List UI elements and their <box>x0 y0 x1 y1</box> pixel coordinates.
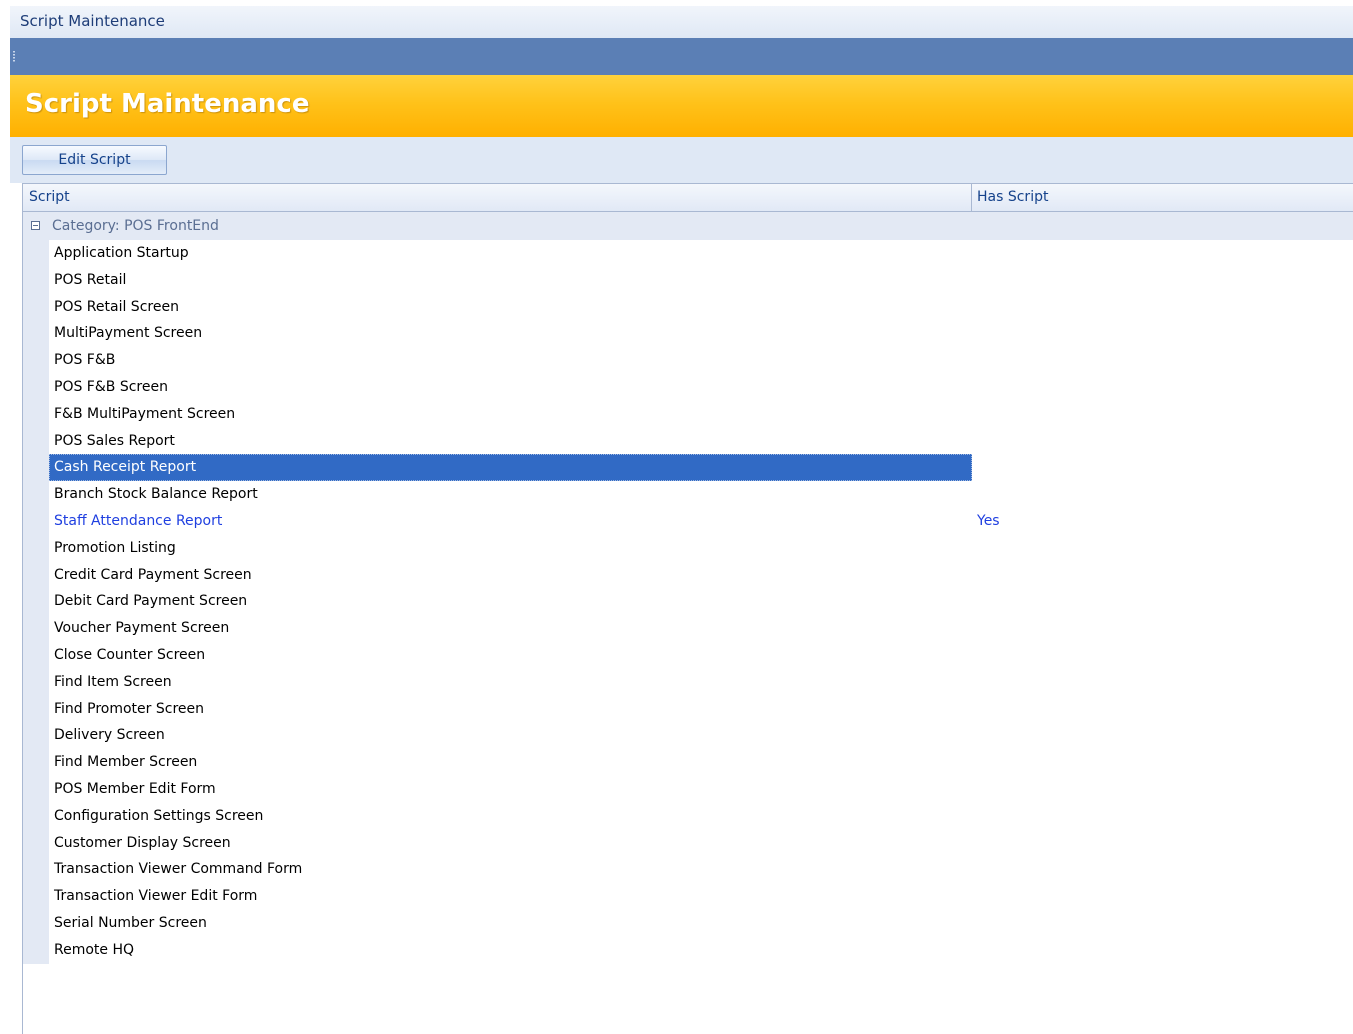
group-indent <box>23 240 49 964</box>
table-row[interactable]: Debit Card Payment Screen <box>49 588 1353 615</box>
table-row[interactable]: POS Retail <box>49 267 1353 294</box>
table-row[interactable]: Find Promoter Screen <box>49 696 1353 723</box>
table-row[interactable]: Find Item Screen <box>49 669 1353 696</box>
cell-has-script[interactable] <box>972 401 1353 428</box>
table-row[interactable]: Credit Card Payment Screen <box>49 562 1353 589</box>
table-row[interactable]: Cash Receipt Report <box>49 454 1353 482</box>
cell-has-script[interactable] <box>972 883 1353 910</box>
cell-has-script[interactable] <box>972 267 1353 294</box>
cell-script-name[interactable]: POS F&B <box>49 347 972 374</box>
cell-has-script[interactable] <box>972 749 1353 776</box>
table-row[interactable]: Transaction Viewer Edit Form <box>49 883 1353 910</box>
table-row[interactable]: POS F&B Screen <box>49 374 1353 401</box>
cell-has-script[interactable] <box>972 320 1353 347</box>
cell-has-script[interactable] <box>972 240 1353 267</box>
table-row[interactable]: POS Retail Screen <box>49 294 1353 321</box>
cell-script-name[interactable]: Transaction Viewer Edit Form <box>49 883 972 910</box>
grip-handle-icon[interactable] <box>13 51 15 63</box>
cell-script-name[interactable]: Cash Receipt Report <box>49 454 972 482</box>
cell-script-name[interactable]: POS Member Edit Form <box>49 776 972 803</box>
table-row[interactable]: Voucher Payment Screen <box>49 615 1353 642</box>
cell-has-script[interactable] <box>972 642 1353 669</box>
table-row[interactable]: Customer Display Screen <box>49 830 1353 857</box>
table-row[interactable]: Close Counter Screen <box>49 642 1353 669</box>
cell-has-script[interactable]: Yes <box>972 508 1353 535</box>
page-title: Script Maintenance <box>25 89 310 119</box>
cell-script-name[interactable]: Serial Number Screen <box>49 910 972 937</box>
table-row[interactable]: MultiPayment Screen <box>49 320 1353 347</box>
group-row-category[interactable]: Category: POS FrontEnd <box>23 212 1353 240</box>
cell-has-script[interactable] <box>972 830 1353 857</box>
grid-rows: Application Startup POS Retail POS Retail … <box>49 240 1353 964</box>
cell-has-script[interactable] <box>972 588 1353 615</box>
table-row[interactable]: Staff Attendance Report Yes <box>49 508 1353 535</box>
table-row[interactable]: F&B MultiPayment Screen <box>49 401 1353 428</box>
table-row[interactable]: Serial Number Screen <box>49 910 1353 937</box>
script-grid: Script Has Script Category: POS FrontEnd… <box>22 183 1353 1034</box>
cell-has-script[interactable] <box>972 454 1353 481</box>
cell-has-script[interactable] <box>972 535 1353 562</box>
cell-script-name[interactable]: Credit Card Payment Screen <box>49 562 972 589</box>
cell-script-name[interactable]: POS Retail Screen <box>49 294 972 321</box>
table-row[interactable]: POS F&B <box>49 347 1353 374</box>
cell-has-script[interactable] <box>972 669 1353 696</box>
cell-has-script[interactable] <box>972 910 1353 937</box>
cell-script-name[interactable]: Remote HQ <box>49 937 972 964</box>
cell-has-script[interactable] <box>972 615 1353 642</box>
cell-script-name[interactable]: Voucher Payment Screen <box>49 615 972 642</box>
cell-has-script[interactable] <box>972 347 1353 374</box>
cell-script-name[interactable]: Find Promoter Screen <box>49 696 972 723</box>
edit-script-button[interactable]: Edit Script <box>22 145 167 175</box>
cell-has-script[interactable] <box>972 803 1353 830</box>
button-strip: Edit Script <box>10 137 1353 183</box>
toolbar-band <box>10 38 1353 75</box>
window-title: Script Maintenance <box>10 6 1353 38</box>
cell-script-name[interactable]: Close Counter Screen <box>49 642 972 669</box>
cell-script-name[interactable]: Find Item Screen <box>49 669 972 696</box>
cell-script-name[interactable]: Delivery Screen <box>49 722 972 749</box>
cell-has-script[interactable] <box>972 562 1353 589</box>
cell-has-script[interactable] <box>972 722 1353 749</box>
cell-script-name[interactable]: F&B MultiPayment Screen <box>49 401 972 428</box>
cell-script-name[interactable]: Debit Card Payment Screen <box>49 588 972 615</box>
cell-script-name[interactable]: POS Sales Report <box>49 428 972 455</box>
cell-has-script[interactable] <box>972 428 1353 455</box>
table-row[interactable]: Promotion Listing <box>49 535 1353 562</box>
cell-has-script[interactable] <box>972 374 1353 401</box>
cell-has-script[interactable] <box>972 696 1353 723</box>
table-row[interactable]: Remote HQ <box>49 937 1353 964</box>
cell-script-name[interactable]: POS Retail <box>49 267 972 294</box>
table-row[interactable]: Branch Stock Balance Report <box>49 481 1353 508</box>
cell-script-name[interactable]: Transaction Viewer Command Form <box>49 856 972 883</box>
table-row[interactable]: Delivery Screen <box>49 722 1353 749</box>
collapse-minus-icon[interactable] <box>31 221 40 230</box>
table-row[interactable]: Application Startup <box>49 240 1353 267</box>
cell-has-script[interactable] <box>972 856 1353 883</box>
cell-script-name[interactable]: Configuration Settings Screen <box>49 803 972 830</box>
page-header: Script Maintenance <box>10 75 1353 137</box>
cell-has-script[interactable] <box>972 294 1353 321</box>
group-label: Category: POS FrontEnd <box>52 218 219 234</box>
column-header-has-script[interactable]: Has Script <box>972 184 1353 212</box>
table-row[interactable]: Configuration Settings Screen <box>49 803 1353 830</box>
table-row[interactable]: Find Member Screen <box>49 749 1353 776</box>
cell-has-script[interactable] <box>972 776 1353 803</box>
cell-has-script[interactable] <box>972 937 1353 964</box>
cell-script-name[interactable]: Staff Attendance Report <box>49 508 972 535</box>
table-row[interactable]: POS Member Edit Form <box>49 776 1353 803</box>
cell-script-name[interactable]: Application Startup <box>49 240 972 267</box>
cell-script-name[interactable]: Find Member Screen <box>49 749 972 776</box>
table-row[interactable]: Transaction Viewer Command Form <box>49 856 1353 883</box>
cell-script-name[interactable]: Promotion Listing <box>49 535 972 562</box>
cell-script-name[interactable]: Customer Display Screen <box>49 830 972 857</box>
cell-has-script[interactable] <box>972 481 1353 508</box>
cell-script-name[interactable]: Branch Stock Balance Report <box>49 481 972 508</box>
cell-script-name[interactable]: MultiPayment Screen <box>49 320 972 347</box>
cell-script-name[interactable]: POS F&B Screen <box>49 374 972 401</box>
column-header-script[interactable]: Script <box>23 184 972 212</box>
table-row[interactable]: POS Sales Report <box>49 428 1353 455</box>
